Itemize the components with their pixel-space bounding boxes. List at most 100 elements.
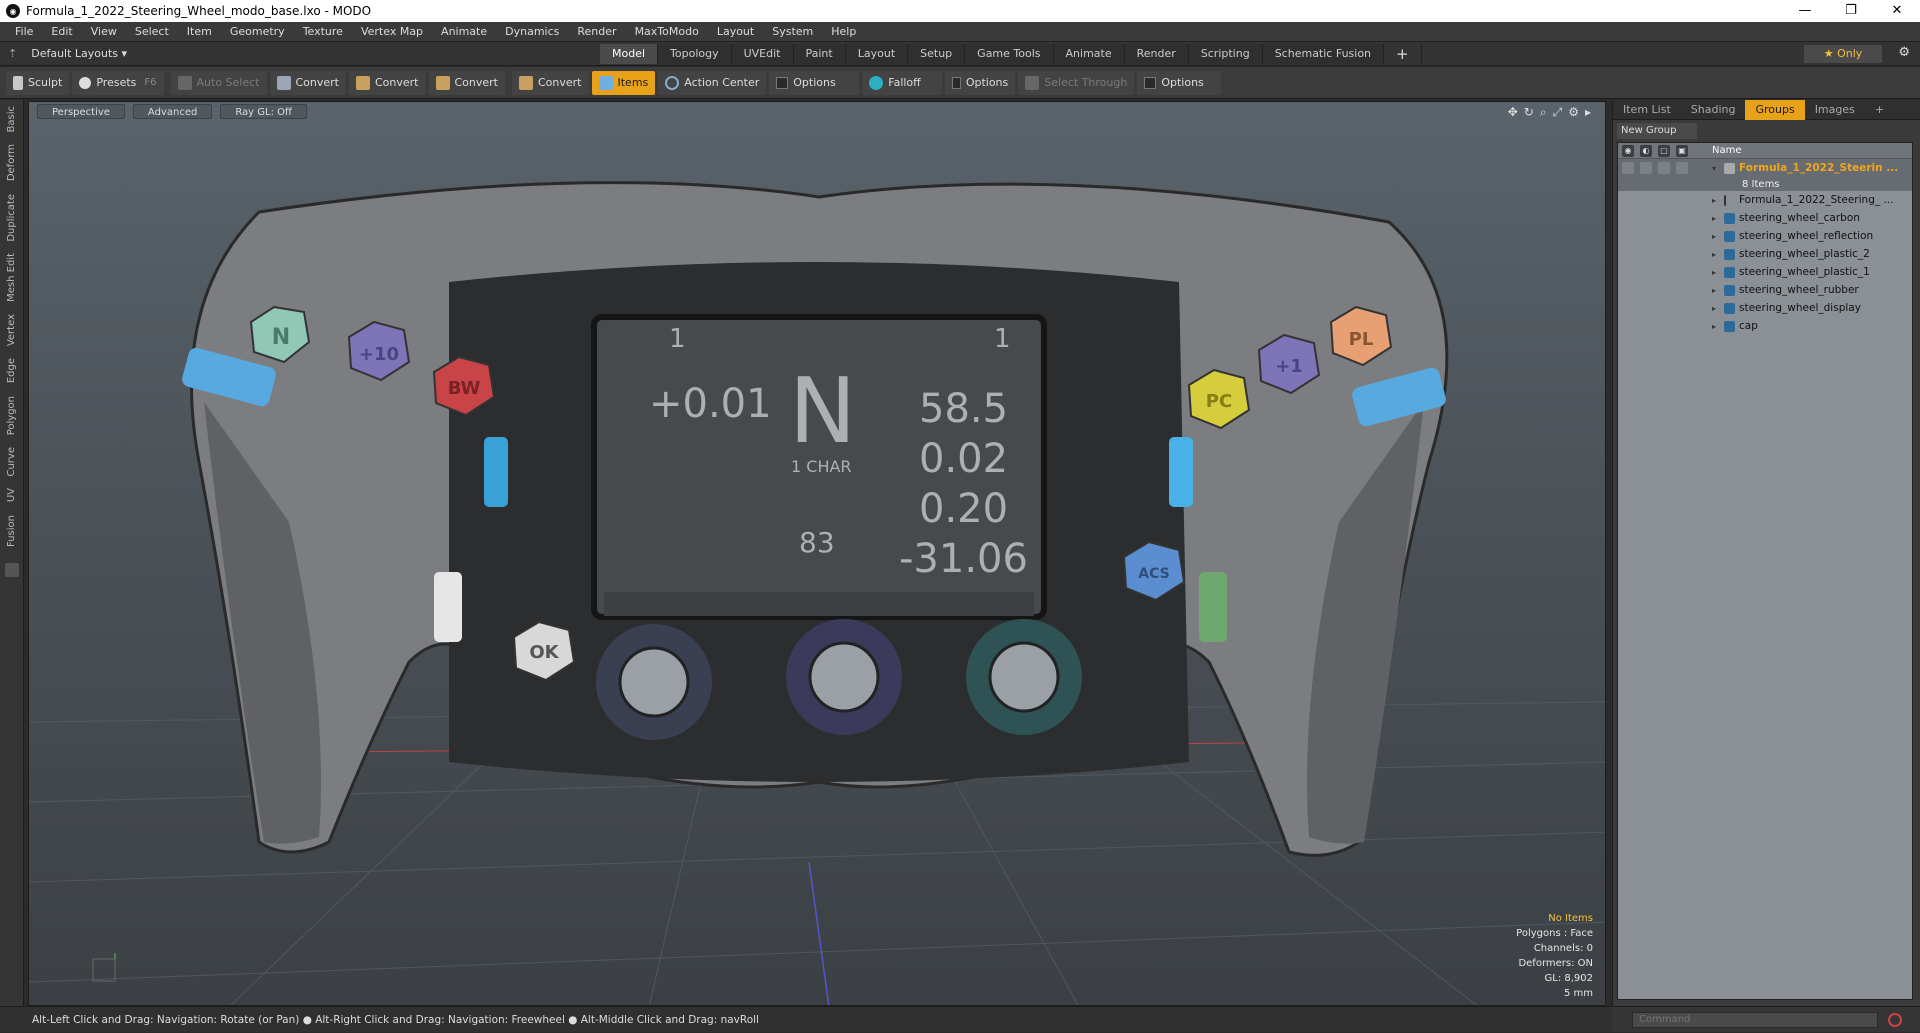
tab-layout[interactable]: Layout	[845, 43, 909, 64]
list-item[interactable]: ▸ steering_wheel_plastic_1	[1618, 263, 1912, 281]
new-group-button[interactable]: New Group	[1617, 123, 1697, 139]
add-panel-tab-icon[interactable]: +	[1865, 100, 1894, 120]
presets-button[interactable]: Presets F6	[72, 70, 164, 95]
raygl-button[interactable]: Ray GL: Off	[220, 104, 307, 119]
left-tab-duplicate[interactable]: Duplicate	[6, 188, 17, 248]
options-checkbox[interactable]	[1144, 76, 1157, 89]
menu-system[interactable]: System	[763, 25, 822, 38]
collapse-up-icon[interactable]: ⇡	[8, 47, 17, 60]
menu-animate[interactable]: Animate	[432, 25, 496, 38]
action-center-options-button[interactable]: Options	[769, 70, 860, 95]
menu-view[interactable]: View	[82, 25, 126, 38]
left-tab-vertex[interactable]: Vertex	[6, 308, 17, 352]
render-column-icon[interactable]: ◐	[1640, 144, 1652, 157]
zoom-icon[interactable]: ⌕	[1540, 105, 1547, 120]
menu-geometry[interactable]: Geometry	[221, 25, 294, 38]
options-checkbox[interactable]	[952, 76, 961, 89]
left-tab-polygon[interactable]: Polygon	[6, 390, 17, 441]
menu-render[interactable]: Render	[568, 25, 625, 38]
select-through-options-button[interactable]: Options	[1137, 70, 1222, 95]
visibility-column-icon[interactable]: ◉	[1622, 144, 1634, 157]
gear-icon[interactable]: ⚙	[1898, 45, 1910, 60]
tab-item-list[interactable]: Item List	[1613, 100, 1681, 120]
falloff-button[interactable]: Falloff	[862, 70, 943, 95]
tab-groups[interactable]: Groups	[1745, 99, 1805, 120]
auto-select-button[interactable]: Auto Select	[170, 70, 267, 95]
left-tab-basic[interactable]: Basic	[6, 100, 17, 138]
left-tab-uv[interactable]: UV	[6, 482, 17, 508]
items-mode-button[interactable]: Items	[591, 70, 656, 95]
convert-vertices-button[interactable]: Convert	[269, 70, 346, 95]
advanced-button[interactable]: Advanced	[132, 104, 213, 119]
sculpt-button[interactable]: Sculpt	[6, 70, 70, 95]
select-through-button[interactable]: Select Through	[1018, 70, 1135, 95]
left-tab-curve[interactable]: Curve	[6, 441, 17, 483]
convert-edges-button[interactable]: Convert	[349, 70, 426, 95]
pan-icon[interactable]: ✥	[1508, 105, 1518, 120]
left-tab-edge[interactable]: Edge	[6, 352, 17, 389]
action-center-button[interactable]: Action Center	[658, 70, 767, 95]
menu-edit[interactable]: Edit	[42, 25, 81, 38]
expand-arrow-icon[interactable]: ▾	[1712, 164, 1724, 173]
menu-layout[interactable]: Layout	[708, 25, 763, 38]
list-item[interactable]: ▸ steering_wheel_plastic_2	[1618, 245, 1912, 263]
menu-select[interactable]: Select	[126, 25, 178, 38]
viewport-menu-icon[interactable]: ▸	[1585, 105, 1591, 120]
list-item[interactable]: ▸ Formula_1_2022_Steering_ ...	[1618, 191, 1912, 209]
group-row[interactable]: ▾ Formula_1_2022_Steerin ...	[1618, 159, 1912, 177]
viewport-settings-icon[interactable]: ⚙	[1568, 105, 1579, 120]
convert-polygons-button[interactable]: Convert	[428, 70, 505, 95]
lock-toggle[interactable]	[1658, 162, 1670, 174]
tab-topology[interactable]: Topology	[658, 43, 732, 64]
menu-help[interactable]: Help	[822, 25, 865, 38]
tab-schematic-fusion[interactable]: Schematic Fusion	[1262, 43, 1385, 64]
tab-paint[interactable]: Paint	[793, 43, 846, 64]
lock-column-icon[interactable]: ▢	[1658, 144, 1670, 157]
tab-render[interactable]: Render	[1124, 43, 1189, 64]
stop-icon[interactable]	[1888, 1012, 1902, 1027]
fit-icon[interactable]: ⤢	[1553, 105, 1563, 120]
select-column-icon[interactable]: ▣	[1676, 144, 1688, 157]
layout-selector[interactable]: Default Layouts ▾	[31, 47, 127, 60]
left-tab-fusion[interactable]: Fusion	[6, 509, 17, 553]
command-input[interactable]	[1632, 1011, 1878, 1028]
list-item[interactable]: ▸ cap	[1618, 317, 1912, 335]
options-checkbox[interactable]	[776, 76, 789, 89]
select-toggle[interactable]	[1676, 162, 1688, 174]
maximize-button[interactable]: ❐	[1828, 0, 1874, 22]
add-tab-icon[interactable]: +	[1384, 43, 1422, 64]
tab-images[interactable]: Images	[1805, 100, 1865, 120]
list-item[interactable]: ▸ steering_wheel_rubber	[1618, 281, 1912, 299]
menu-vertex-map[interactable]: Vertex Map	[352, 25, 432, 38]
tab-model[interactable]: Model	[600, 43, 659, 64]
3d-viewport[interactable]: +0.01 N 58.5 0.02 0.20 -31.06 83 1 CHAR …	[28, 101, 1606, 1006]
tab-setup[interactable]: Setup	[908, 43, 966, 64]
menu-texture[interactable]: Texture	[294, 25, 352, 38]
tab-scripting[interactable]: Scripting	[1188, 43, 1263, 64]
only-toggle[interactable]: ★ Only	[1804, 45, 1882, 63]
menu-item[interactable]: Item	[178, 25, 221, 38]
left-tab-mesh-edit[interactable]: Mesh Edit	[6, 247, 17, 308]
tab-shading[interactable]: Shading	[1681, 100, 1746, 120]
menu-dynamics[interactable]: Dynamics	[496, 25, 568, 38]
minimize-button[interactable]: —	[1782, 0, 1828, 22]
name-column-header[interactable]: Name	[1712, 145, 1742, 156]
rotate-icon[interactable]: ↻	[1524, 105, 1534, 120]
menu-file[interactable]: File	[6, 25, 42, 38]
groups-panel: Item List Shading Groups Images + New Gr…	[1612, 99, 1920, 1006]
convert-items-button[interactable]: Convert	[512, 70, 589, 95]
close-button[interactable]: ✕	[1874, 0, 1920, 22]
perspective-button[interactable]: Perspective	[37, 104, 125, 119]
menu-maxtomodo[interactable]: MaxToModo	[626, 25, 708, 38]
list-item[interactable]: ▸ steering_wheel_display	[1618, 299, 1912, 317]
render-toggle[interactable]	[1640, 162, 1652, 174]
panel-toggle-icon[interactable]	[4, 562, 19, 577]
list-item[interactable]: ▸ steering_wheel_reflection	[1618, 227, 1912, 245]
falloff-options-button[interactable]: Options	[945, 70, 1016, 95]
left-tab-deform[interactable]: Deform	[6, 138, 17, 187]
visibility-toggle[interactable]	[1622, 162, 1634, 174]
tab-animate[interactable]: Animate	[1053, 43, 1125, 64]
list-item[interactable]: ▸ steering_wheel_carbon	[1618, 209, 1912, 227]
tab-uvedit[interactable]: UVEdit	[731, 43, 794, 64]
tab-game-tools[interactable]: Game Tools	[965, 43, 1054, 64]
